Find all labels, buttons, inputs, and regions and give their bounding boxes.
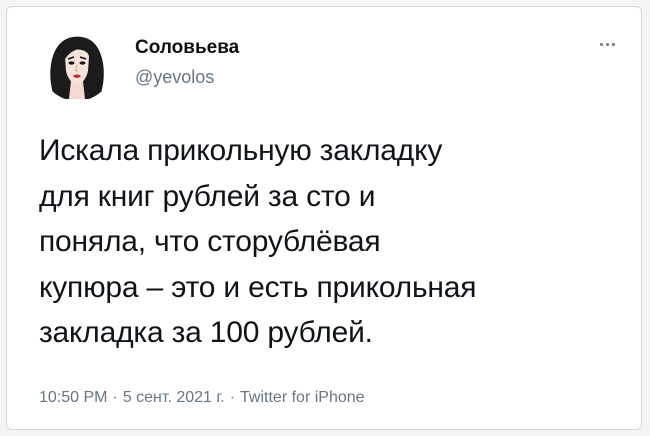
tweet-line: купюра – это и есть прикольная (39, 270, 477, 304)
tweet-line: Искала прикольную закладку (39, 134, 443, 167)
tweet-line: поняла, что сторублёвая (39, 225, 381, 258)
tweet-time[interactable]: 10:50 PM (39, 389, 107, 406)
tweet-date[interactable]: 5 сент. 2021 г. (123, 389, 225, 406)
more-horizontal-icon[interactable] (593, 33, 623, 55)
meta-separator: · (112, 389, 118, 406)
user-handle[interactable]: @yevolos (135, 67, 214, 88)
tweet-card[interactable]: Соловьева @yevolos Искала прикольную зак… (6, 6, 642, 430)
tweet-source[interactable]: Twitter for iPhone (240, 389, 365, 406)
avatar[interactable] (41, 29, 113, 101)
tweet-text: Искала прикольную закладку для книг рубл… (39, 128, 619, 356)
meta-separator: · (229, 389, 236, 406)
avatar-illustration (41, 29, 113, 101)
tweet-meta: 10:50 PM · 5 сент. 2021 г. · Twitter for iPh… (39, 389, 365, 407)
display-name[interactable]: Соловьева (135, 37, 239, 59)
tweet-line: закладка за 100 рублей. (39, 316, 373, 349)
tweet-line: для книг рублей за сто и (39, 179, 376, 213)
